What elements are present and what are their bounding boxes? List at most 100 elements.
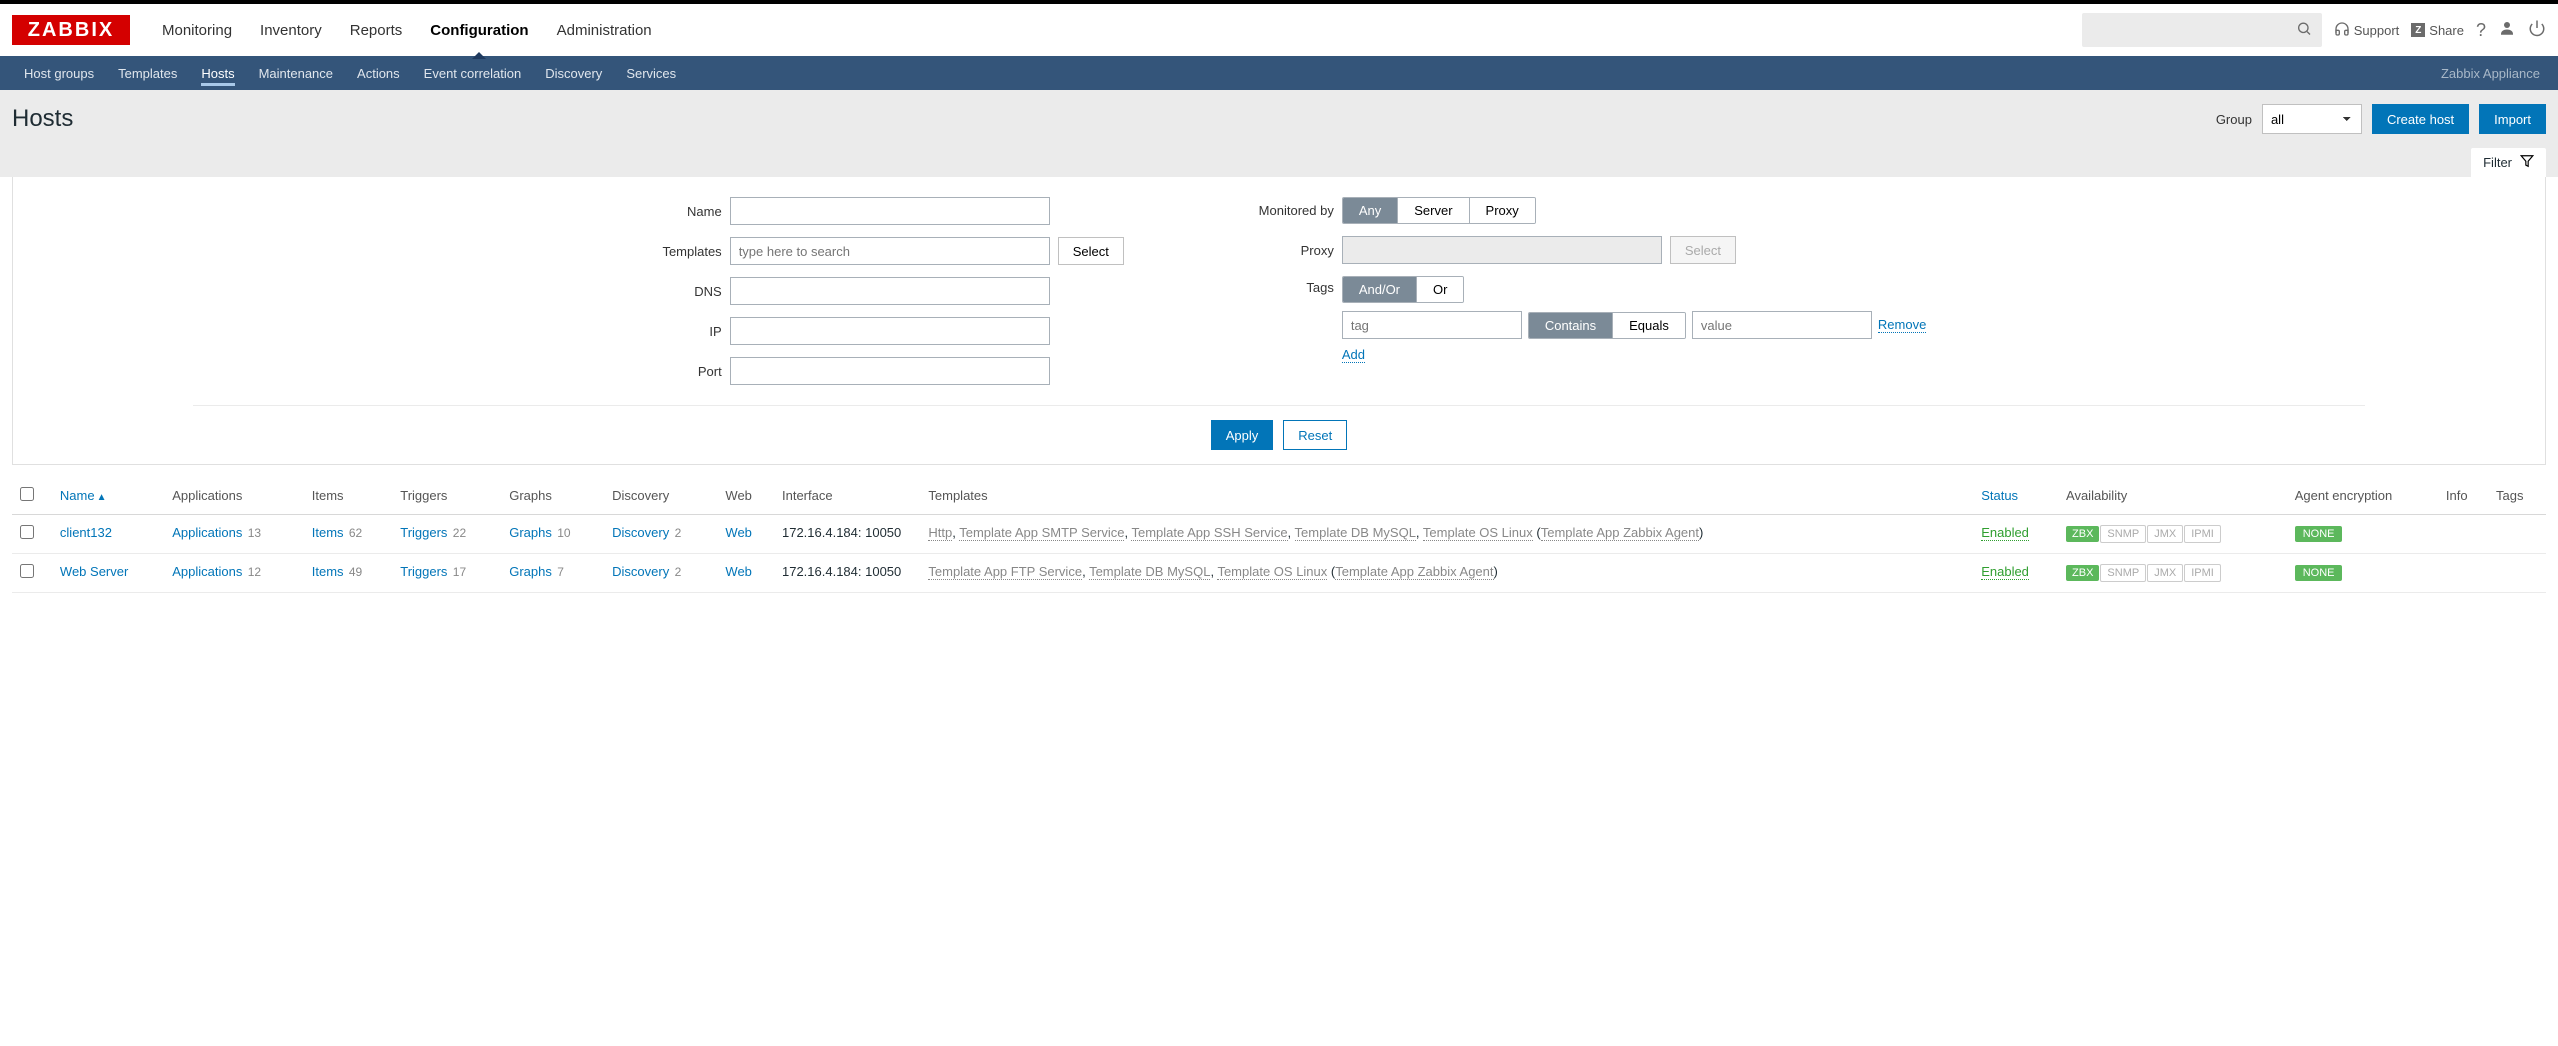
dns-label: DNS	[632, 284, 722, 299]
tag-row: ContainsEquals Remove	[1342, 311, 1926, 339]
sub-nav-hosts[interactable]: Hosts	[189, 56, 246, 90]
template-link[interactable]: Template App SSH Service	[1131, 525, 1287, 541]
group-label: Group	[2216, 112, 2252, 127]
template-link[interactable]: Template App SMTP Service	[959, 525, 1124, 541]
filter-actions: Apply Reset	[193, 405, 2365, 450]
main-nav-monitoring[interactable]: Monitoring	[148, 2, 246, 58]
sub-nav-event-correlation[interactable]: Event correlation	[412, 56, 534, 90]
col-triggers: Triggers	[392, 477, 501, 515]
templates-select-button[interactable]: Select	[1058, 237, 1124, 265]
tag-name-input[interactable]	[1342, 311, 1522, 339]
sub-nav-templates[interactable]: Templates	[106, 56, 189, 90]
filter-label: Filter	[2483, 155, 2512, 170]
interface-cell: 172.16.4.184: 10050	[774, 515, 920, 554]
tag-match-seg-opt-contains[interactable]: Contains	[1529, 313, 1613, 338]
template-link[interactable]: Http	[928, 525, 952, 541]
monitored-seg-opt-server[interactable]: Server	[1398, 198, 1469, 223]
host-name-link[interactable]: Web Server	[60, 564, 128, 579]
graphs-link[interactable]: Graphs	[509, 564, 552, 579]
availability-cell: ZBXSNMPJMXIPMI	[2058, 515, 2287, 554]
availability-cell: ZBXSNMPJMXIPMI	[2058, 554, 2287, 593]
sub-nav-host-groups[interactable]: Host groups	[12, 56, 106, 90]
page-bar: Hosts Group all Create host Import	[0, 90, 2558, 148]
status-link[interactable]: Enabled	[1981, 564, 2029, 580]
template-link[interactable]: Template DB MySQL	[1295, 525, 1416, 541]
filter-panel: Name Templates Select DNS IP Port	[12, 177, 2546, 465]
sub-nav-services[interactable]: Services	[614, 56, 688, 90]
main-nav-inventory[interactable]: Inventory	[246, 2, 336, 58]
discovery-link[interactable]: Discovery	[612, 564, 669, 579]
template-link[interactable]: Template App Zabbix Agent	[1541, 525, 1699, 541]
ip-input[interactable]	[730, 317, 1050, 345]
items-link[interactable]: Items	[312, 564, 344, 579]
user-icon[interactable]	[2498, 19, 2516, 42]
proxy-input	[1342, 236, 1662, 264]
help-icon[interactable]: ?	[2476, 20, 2486, 41]
graphs-link[interactable]: Graphs	[509, 525, 552, 540]
page-title: Hosts	[12, 105, 73, 133]
template-link[interactable]: Template OS Linux	[1217, 564, 1327, 580]
create-host-button[interactable]: Create host	[2372, 104, 2469, 134]
templates-input[interactable]	[730, 237, 1050, 265]
search-icon[interactable]	[2296, 21, 2312, 40]
items-link[interactable]: Items	[312, 525, 344, 540]
tag-match-seg-opt-equals[interactable]: Equals	[1613, 313, 1685, 338]
sub-nav-discovery[interactable]: Discovery	[533, 56, 614, 90]
host-name-link[interactable]: client132	[60, 525, 112, 540]
col-name[interactable]: Name▲	[52, 477, 164, 515]
col-tags: Tags	[2488, 477, 2546, 515]
group-select[interactable]: all	[2262, 104, 2362, 134]
template-link[interactable]: Template App Zabbix Agent	[1335, 564, 1493, 580]
filter-tab-row: Filter	[0, 148, 2558, 177]
apply-button[interactable]: Apply	[1211, 420, 1274, 450]
templates-cell: Template App FTP Service, Template DB My…	[920, 554, 1973, 593]
share-link[interactable]: Z Share	[2411, 23, 2464, 38]
web-link[interactable]: Web	[725, 564, 752, 579]
triggers-link[interactable]: Triggers	[400, 525, 447, 540]
avail-badge-ipmi: IPMI	[2184, 525, 2221, 543]
port-input[interactable]	[730, 357, 1050, 385]
tags-mode-seg-opt-or[interactable]: Or	[1417, 277, 1463, 302]
tag-value-input[interactable]	[1692, 311, 1872, 339]
monitored-seg-opt-any[interactable]: Any	[1343, 198, 1398, 223]
power-icon[interactable]	[2528, 19, 2546, 42]
web-link[interactable]: Web	[725, 525, 752, 540]
monitored-segment: AnyServerProxy	[1342, 197, 1536, 224]
apps-link[interactable]: Applications	[172, 564, 242, 579]
discovery-count: 2	[671, 526, 681, 540]
dns-input[interactable]	[730, 277, 1050, 305]
remove-tag-link[interactable]: Remove	[1878, 317, 1926, 333]
triggers-link[interactable]: Triggers	[400, 564, 447, 579]
name-input[interactable]	[730, 197, 1050, 225]
support-label: Support	[2354, 23, 2400, 38]
appliance-label: Zabbix Appliance	[2441, 66, 2546, 81]
main-nav-reports[interactable]: Reports	[336, 2, 417, 58]
template-link[interactable]: Template DB MySQL	[1089, 564, 1210, 580]
main-nav-configuration[interactable]: Configuration	[416, 2, 542, 58]
sub-nav-actions[interactable]: Actions	[345, 56, 412, 90]
add-tag-link[interactable]: Add	[1342, 347, 1365, 363]
status-link[interactable]: Enabled	[1981, 525, 2029, 541]
search-input[interactable]	[2082, 13, 2322, 47]
apps-link[interactable]: Applications	[172, 525, 242, 540]
col-status[interactable]: Status	[1973, 477, 2058, 515]
main-nav-administration[interactable]: Administration	[543, 2, 666, 58]
tags-mode-segment: And/OrOr	[1342, 276, 1465, 303]
monitored-seg-opt-proxy[interactable]: Proxy	[1470, 198, 1535, 223]
filter-tab[interactable]: Filter	[2471, 148, 2546, 177]
reset-button[interactable]: Reset	[1283, 420, 1347, 450]
support-link[interactable]: Support	[2334, 21, 2400, 40]
col-templates: Templates	[920, 477, 1973, 515]
row-checkbox[interactable]	[20, 564, 34, 578]
monitored-label: Monitored by	[1244, 203, 1334, 218]
import-button[interactable]: Import	[2479, 104, 2546, 134]
template-link[interactable]: Template App FTP Service	[928, 564, 1082, 580]
row-checkbox[interactable]	[20, 525, 34, 539]
template-link[interactable]: Template OS Linux	[1423, 525, 1533, 541]
logo[interactable]: ZABBIX	[12, 15, 130, 45]
tags-mode-seg-opt-andor[interactable]: And/Or	[1343, 277, 1417, 302]
sub-nav-maintenance[interactable]: Maintenance	[247, 56, 345, 90]
select-all-checkbox[interactable]	[20, 487, 34, 501]
discovery-link[interactable]: Discovery	[612, 525, 669, 540]
sort-asc-icon: ▲	[97, 492, 107, 503]
